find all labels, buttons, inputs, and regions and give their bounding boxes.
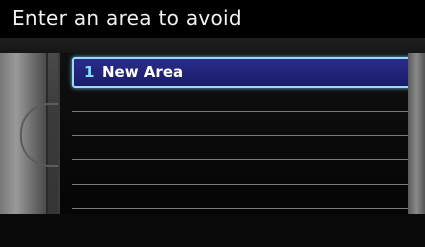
list-item[interactable]: 1 New Area (72, 57, 412, 88)
row-divider (72, 111, 410, 112)
list-item-number: 1 (84, 63, 95, 81)
row-divider (72, 208, 410, 209)
row-divider (72, 135, 410, 136)
row-divider (72, 159, 410, 160)
bottom-bar (0, 214, 425, 247)
row-divider (72, 184, 410, 185)
area-list: 1 New Area (58, 53, 418, 214)
list-item-label: New Area (102, 63, 184, 81)
selector-knob-right (408, 53, 425, 214)
title-bar: Enter an area to avoid (0, 0, 425, 38)
page-title: Enter an area to avoid (12, 6, 242, 30)
top-divider (0, 38, 425, 53)
selector-knob-left (0, 53, 58, 214)
